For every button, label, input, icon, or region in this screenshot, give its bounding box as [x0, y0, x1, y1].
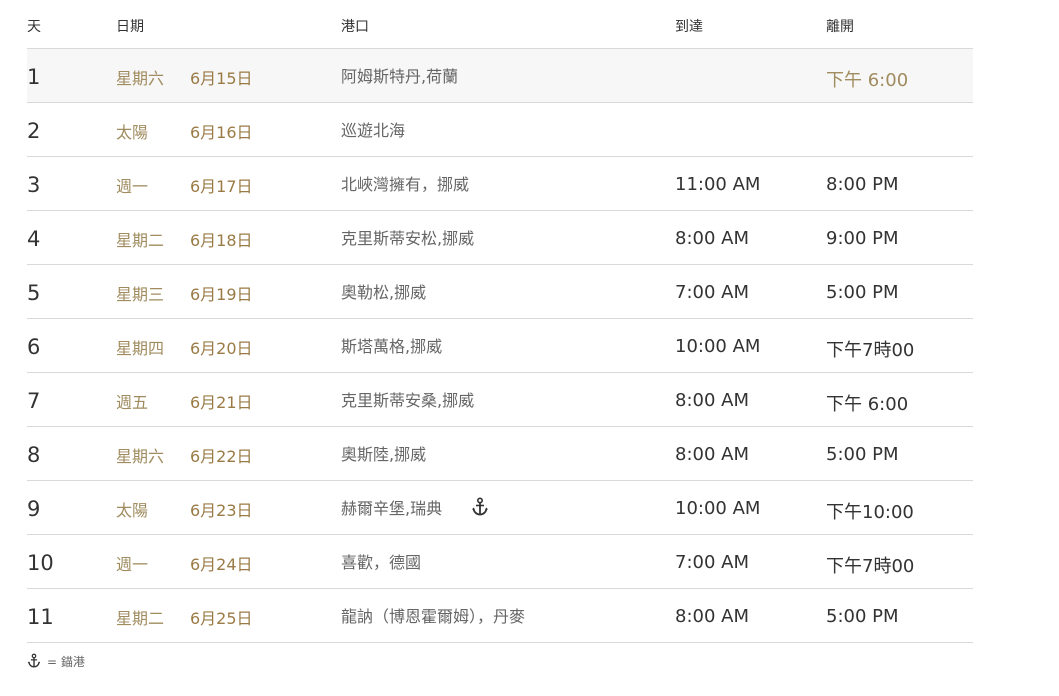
table-row: 10 週一 6月24日 喜歡，德國 7:00 AM 下午7時00 — [27, 535, 973, 589]
depart-time: 下午10:00 — [826, 502, 914, 523]
date: 6月17日 — [190, 177, 253, 196]
depart-time: 9:00 PM — [826, 228, 899, 249]
header-day: 天 — [27, 19, 41, 35]
table-row: 11 星期二 6月25日 龍訥（博恩霍爾姆），丹麥 8:00 AM 5:00 P… — [27, 589, 973, 643]
header-port: 港口 — [341, 19, 369, 35]
arrive-time: 10:00 AM — [675, 498, 761, 519]
arrive-time: 7:00 AM — [675, 552, 749, 573]
port-name: 北峽灣擁有，挪威 — [341, 175, 470, 194]
day-number: 7 — [27, 389, 41, 413]
table-row: 7 週五 6月21日 克里斯蒂安桑,挪威 8:00 AM 下午 6:00 — [27, 373, 973, 427]
weekday: 星期二 — [116, 231, 165, 250]
arrive-time: 8:00 AM — [675, 390, 749, 411]
port-name: 赫爾辛堡,瑞典 — [341, 499, 443, 518]
date: 6月20日 — [190, 339, 253, 358]
depart-time: 下午7時00 — [826, 340, 915, 361]
depart-time: 5:00 PM — [826, 282, 899, 303]
date: 6月23日 — [190, 501, 253, 520]
table-row: 1 星期六 6月15日 阿姆斯特丹,荷蘭 下午 6:00 — [27, 49, 973, 103]
header-depart: 離開 — [826, 19, 854, 35]
table-row: 5 星期三 6月19日 奧勒松,挪威 7:00 AM 5:00 PM — [27, 265, 973, 319]
weekday: 週一 — [116, 177, 149, 196]
date: 6月22日 — [190, 447, 253, 466]
arrive-time: 11:00 AM — [675, 174, 761, 195]
arrive-time: 8:00 AM — [675, 228, 749, 249]
port-name: 奧斯陸,挪威 — [341, 445, 427, 464]
header-date: 日期 — [116, 19, 144, 35]
arrive-time: 7:00 AM — [675, 282, 749, 303]
table-row: 2 太陽 6月16日 巡遊北海 — [27, 103, 973, 157]
table-row: 4 星期二 6月18日 克里斯蒂安松,挪威 8:00 AM 9:00 PM — [27, 211, 973, 265]
day-number: 2 — [27, 119, 41, 143]
table-row: 8 星期六 6月22日 奧斯陸,挪威 8:00 AM 5:00 PM — [27, 427, 973, 481]
arrive-time: 8:00 AM — [675, 444, 749, 465]
depart-time: 下午7時00 — [826, 556, 915, 577]
table-row: 9 太陽 6月23日 赫爾辛堡,瑞典 10:00 AM 下午10:00 — [27, 481, 973, 535]
date: 6月25日 — [190, 609, 253, 628]
day-number: 8 — [27, 443, 41, 467]
day-number: 11 — [27, 605, 54, 629]
weekday: 太陽 — [116, 501, 149, 520]
depart-time: 下午 6:00 — [826, 70, 909, 91]
depart-time: 5:00 PM — [826, 606, 899, 627]
header-arrive: 到達 — [675, 19, 703, 35]
day-number: 1 — [27, 65, 41, 89]
weekday: 星期四 — [116, 339, 165, 358]
weekday: 星期六 — [116, 69, 165, 88]
table-row: 3 週一 6月17日 北峽灣擁有，挪威 11:00 AM 8:00 PM — [27, 157, 973, 211]
port-name: 喜歡，德國 — [341, 553, 422, 572]
port-name: 巡遊北海 — [341, 121, 406, 140]
day-number: 3 — [27, 173, 41, 197]
table-header: 天 日期 港口 到達 離開 — [27, 0, 973, 49]
port-name: 克里斯蒂安松,挪威 — [341, 229, 475, 248]
weekday: 週五 — [116, 393, 149, 412]
day-number: 5 — [27, 281, 41, 305]
date: 6月15日 — [190, 69, 253, 88]
weekday: 星期三 — [116, 285, 165, 304]
port-name: 龍訥（博恩霍爾姆），丹麥 — [341, 607, 526, 626]
date: 6月18日 — [190, 231, 253, 250]
anchor-icon — [472, 497, 488, 516]
depart-time: 下午 6:00 — [826, 394, 909, 415]
date: 6月24日 — [190, 555, 253, 574]
table-row: 6 星期四 6月20日 斯塔萬格,挪威 10:00 AM 下午7時00 — [27, 319, 973, 373]
weekday: 星期六 — [116, 447, 165, 466]
anchor-icon — [27, 653, 41, 668]
port-name: 奧勒松,挪威 — [341, 283, 427, 302]
day-number: 6 — [27, 335, 41, 359]
day-number: 10 — [27, 551, 54, 575]
arrive-time: 10:00 AM — [675, 336, 761, 357]
weekday: 週一 — [116, 555, 149, 574]
depart-time: 5:00 PM — [826, 444, 899, 465]
port-name: 斯塔萬格,挪威 — [341, 337, 443, 356]
date: 6月19日 — [190, 285, 253, 304]
port-name: 阿姆斯特丹,荷蘭 — [341, 67, 459, 86]
day-number: 4 — [27, 227, 41, 251]
depart-time: 8:00 PM — [826, 174, 899, 195]
table-body: 1 星期六 6月15日 阿姆斯特丹,荷蘭 下午 6:00 2 太陽 6月16日 … — [27, 49, 973, 643]
weekday: 星期二 — [116, 609, 165, 628]
weekday: 太陽 — [116, 123, 149, 142]
legend-text: = 錨港 — [47, 655, 85, 669]
date: 6月21日 — [190, 393, 253, 412]
port-name: 克里斯蒂安桑,挪威 — [341, 391, 475, 410]
date: 6月16日 — [190, 123, 253, 142]
arrive-time: 8:00 AM — [675, 606, 749, 627]
day-number: 9 — [27, 497, 41, 521]
itinerary-table: 天 日期 港口 到達 離開 1 星期六 6月15日 阿姆斯特丹,荷蘭 下午 6:… — [27, 0, 973, 643]
